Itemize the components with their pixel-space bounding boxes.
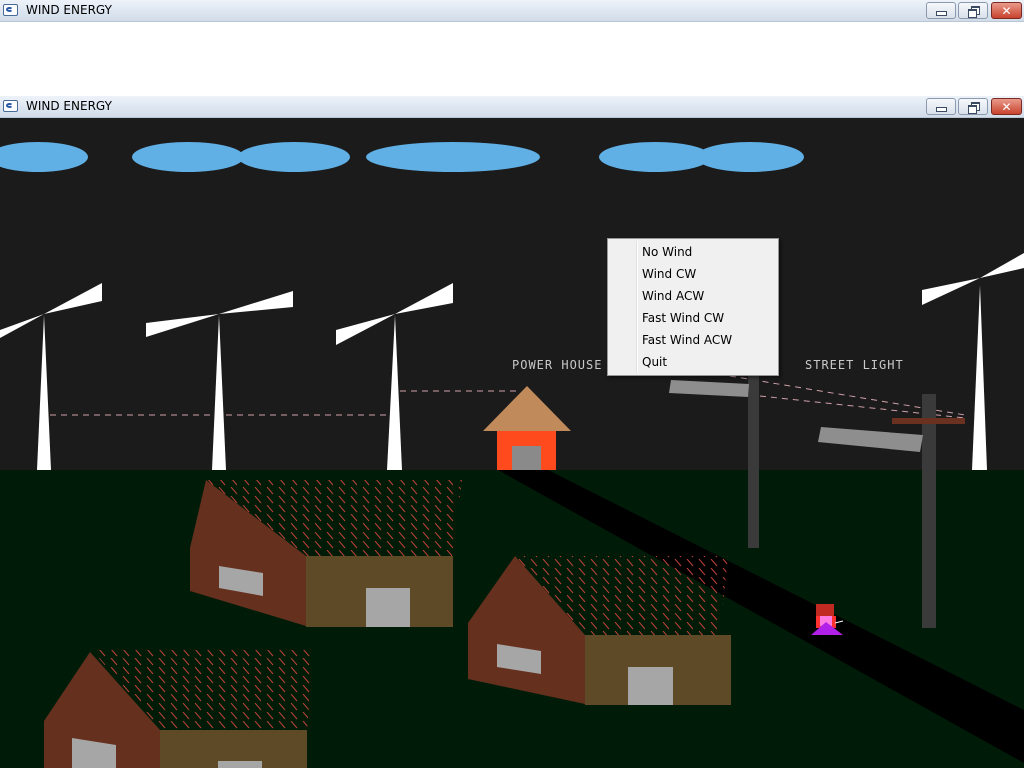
back-window: WIND ENERGY ✕ (0, 0, 1024, 96)
app-icon (3, 4, 18, 16)
restore-button[interactable] (958, 2, 988, 19)
house (44, 650, 314, 768)
wind-turbine (922, 253, 1024, 470)
house (468, 556, 731, 705)
close-button[interactable]: ✕ (991, 98, 1022, 115)
window-title: WIND ENERGY (26, 3, 112, 17)
wind-turbine (336, 283, 453, 470)
close-icon: ✕ (1001, 3, 1012, 18)
cloud (599, 142, 711, 172)
wind-turbine (146, 291, 293, 470)
clouds (0, 142, 804, 172)
menu-item-quit[interactable]: Quit (610, 351, 776, 373)
front-window-titlebar[interactable]: WIND ENERGY ✕ (0, 96, 1024, 118)
cloud (0, 142, 88, 172)
context-menu: No Wind Wind CW Wind ACW Fast Wind CW Fa… (607, 238, 779, 376)
restore-icon (967, 102, 980, 114)
cloud (696, 142, 804, 172)
wind-turbine (0, 283, 102, 470)
restore-icon (967, 6, 980, 18)
power-house-label: POWER HOUSE (512, 358, 602, 372)
street-light-label: STREET LIGHT (805, 358, 904, 372)
close-icon: ✕ (1001, 99, 1012, 114)
window-title: WIND ENERGY (26, 99, 112, 113)
minimize-button[interactable] (926, 98, 956, 115)
menu-item-fast-wind-cw[interactable]: Fast Wind CW (610, 307, 776, 329)
minimize-icon (935, 11, 947, 16)
menu-item-wind-cw[interactable]: Wind CW (610, 263, 776, 285)
back-window-titlebar[interactable]: WIND ENERGY ✕ (0, 0, 1024, 22)
scene-canvas[interactable]: POWER HOUSE STREET LIGHT (0, 118, 1024, 768)
minimize-icon (935, 107, 947, 112)
menu-item-fast-wind-acw[interactable]: Fast Wind ACW (610, 329, 776, 351)
menu-item-no-wind[interactable]: No Wind (610, 241, 776, 263)
minimize-button[interactable] (926, 2, 956, 19)
cloud (238, 142, 350, 172)
cloud (132, 142, 244, 172)
cloud (366, 142, 540, 172)
close-button[interactable]: ✕ (991, 2, 1022, 19)
scene-drawing: POWER HOUSE STREET LIGHT (0, 142, 1024, 768)
app-icon (3, 100, 18, 112)
restore-button[interactable] (958, 98, 988, 115)
power-house (483, 386, 571, 470)
menu-item-wind-acw[interactable]: Wind ACW (610, 285, 776, 307)
